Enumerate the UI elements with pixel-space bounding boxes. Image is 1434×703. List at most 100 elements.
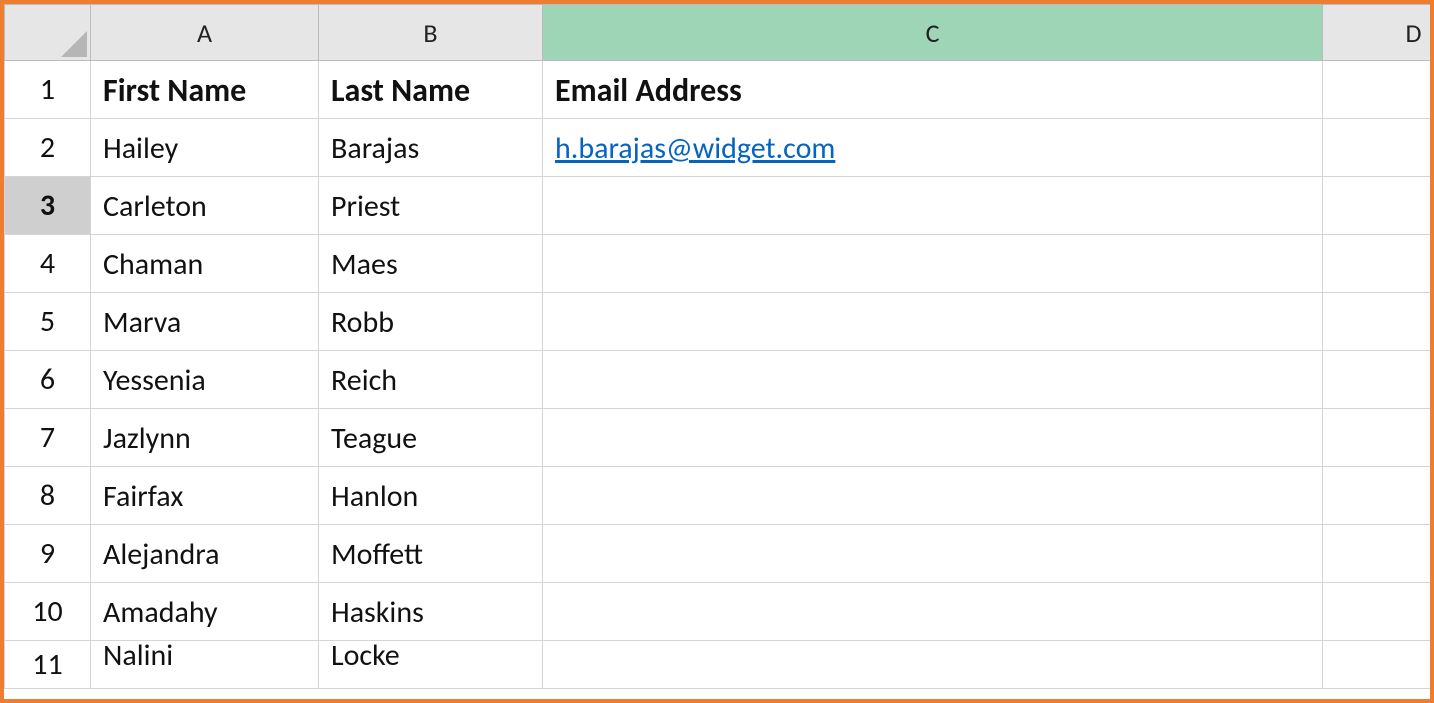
cell-text: Moffett <box>319 530 542 577</box>
cell-d5[interactable] <box>1323 293 1434 351</box>
cell-text: Chaman <box>91 240 318 287</box>
cell-text <box>543 375 1322 385</box>
cell-text: Teague <box>319 414 542 461</box>
spreadsheet-grid[interactable]: A B C D 1 First Name Last Name Email Add… <box>4 4 1434 689</box>
cell-b8[interactable]: Hanlon <box>319 467 543 525</box>
cell-c11[interactable] <box>543 641 1323 689</box>
row-header-10[interactable]: 10 <box>5 583 91 641</box>
cell-b1[interactable]: Last Name <box>319 61 543 119</box>
row-2: 2 Hailey Barajas h.barajas@widget.com <box>5 119 1434 177</box>
cell-text: Last Name <box>319 65 542 114</box>
cell-b3[interactable]: Priest <box>319 177 543 235</box>
cell-text <box>543 650 1322 660</box>
cell-text: Carleton <box>91 182 318 229</box>
cell-d11[interactable] <box>1323 641 1434 689</box>
row-1: 1 First Name Last Name Email Address <box>5 61 1434 119</box>
col-header-c[interactable]: C <box>543 5 1323 61</box>
row-header-6[interactable]: 6 <box>5 351 91 409</box>
cell-a10[interactable]: Amadahy <box>91 583 319 641</box>
row-header-1[interactable]: 1 <box>5 61 91 119</box>
cell-a5[interactable]: Marva <box>91 293 319 351</box>
col-header-a[interactable]: A <box>91 5 319 61</box>
cell-text: Nalini <box>91 641 318 679</box>
cell-text: Locke <box>319 641 542 679</box>
cell-b7[interactable]: Teague <box>319 409 543 467</box>
cell-b2[interactable]: Barajas <box>319 119 543 177</box>
row-header-7[interactable]: 7 <box>5 409 91 467</box>
cell-d8[interactable] <box>1323 467 1434 525</box>
cell-c5[interactable] <box>543 293 1323 351</box>
row-7: 7 Jazlynn Teague <box>5 409 1434 467</box>
cell-text <box>543 201 1322 211</box>
cell-d2[interactable] <box>1323 119 1434 177</box>
row-header-4[interactable]: 4 <box>5 235 91 293</box>
cell-d7[interactable] <box>1323 409 1434 467</box>
cell-a7[interactable]: Jazlynn <box>91 409 319 467</box>
email-link[interactable]: h.barajas@widget.com <box>555 130 835 167</box>
row-header-2[interactable]: 2 <box>5 119 91 177</box>
cell-a3[interactable]: Carleton <box>91 177 319 235</box>
row-header-11[interactable]: 11 <box>5 641 91 689</box>
cell-text: Jazlynn <box>91 414 318 461</box>
cell-d10[interactable] <box>1323 583 1434 641</box>
cell-b4[interactable]: Maes <box>319 235 543 293</box>
cell-text <box>543 259 1322 269</box>
cell-c6[interactable] <box>543 351 1323 409</box>
cell-text: Fairfax <box>91 472 318 519</box>
cell-a6[interactable]: Yessenia <box>91 351 319 409</box>
cell-text: Hailey <box>91 124 318 171</box>
cell-a4[interactable]: Chaman <box>91 235 319 293</box>
cell-c4[interactable] <box>543 235 1323 293</box>
cell-text <box>543 491 1322 501</box>
select-all-corner[interactable] <box>5 5 91 61</box>
row-header-5[interactable]: 5 <box>5 293 91 351</box>
cell-d4[interactable] <box>1323 235 1434 293</box>
cell-d3[interactable] <box>1323 177 1434 235</box>
cell-c3[interactable] <box>543 177 1323 235</box>
cell-a2[interactable]: Hailey <box>91 119 319 177</box>
cell-text: Alejandra <box>91 530 318 577</box>
spreadsheet-frame: A B C D 1 First Name Last Name Email Add… <box>0 0 1434 703</box>
cell-text: Email Address <box>543 65 1322 114</box>
cell-text: Priest <box>319 182 542 229</box>
row-header-8[interactable]: 8 <box>5 467 91 525</box>
cell-text: Marva <box>91 298 318 345</box>
cell-b10[interactable]: Haskins <box>319 583 543 641</box>
cell-a11[interactable]: Nalini <box>91 641 319 689</box>
cell-d6[interactable] <box>1323 351 1434 409</box>
cell-text: Hanlon <box>319 472 542 519</box>
row-header-9[interactable]: 9 <box>5 525 91 583</box>
col-header-b[interactable]: B <box>319 5 543 61</box>
col-header-d[interactable]: D <box>1323 5 1434 61</box>
cell-text: Maes <box>319 240 542 287</box>
cell-text: Barajas <box>319 124 542 171</box>
cell-a1[interactable]: First Name <box>91 61 319 119</box>
cell-a9[interactable]: Alejandra <box>91 525 319 583</box>
row-header-3[interactable]: 3 <box>5 177 91 235</box>
cell-c1[interactable]: Email Address <box>543 61 1323 119</box>
cell-text <box>543 549 1322 559</box>
cell-a8[interactable]: Fairfax <box>91 467 319 525</box>
cell-c10[interactable] <box>543 583 1323 641</box>
cell-text <box>543 607 1322 617</box>
cell-d9[interactable] <box>1323 525 1434 583</box>
row-9: 9 Alejandra Moffett <box>5 525 1434 583</box>
cell-text: Haskins <box>319 588 542 635</box>
column-header-row: A B C D <box>5 5 1434 61</box>
cell-d1[interactable] <box>1323 61 1434 119</box>
select-all-triangle-icon <box>61 31 87 57</box>
cell-b9[interactable]: Moffett <box>319 525 543 583</box>
cell-c2[interactable]: h.barajas@widget.com <box>543 119 1323 177</box>
cell-text: First Name <box>91 65 318 114</box>
cell-b6[interactable]: Reich <box>319 351 543 409</box>
cell-c7[interactable] <box>543 409 1323 467</box>
cell-c9[interactable] <box>543 525 1323 583</box>
row-3: 3 Carleton Priest <box>5 177 1434 235</box>
cell-text <box>543 317 1322 327</box>
cell-c8[interactable] <box>543 467 1323 525</box>
cell-b5[interactable]: Robb <box>319 293 543 351</box>
cell-text: Amadahy <box>91 588 318 635</box>
cell-text: Yessenia <box>91 356 318 403</box>
cell-text <box>543 433 1322 443</box>
cell-b11[interactable]: Locke <box>319 641 543 689</box>
